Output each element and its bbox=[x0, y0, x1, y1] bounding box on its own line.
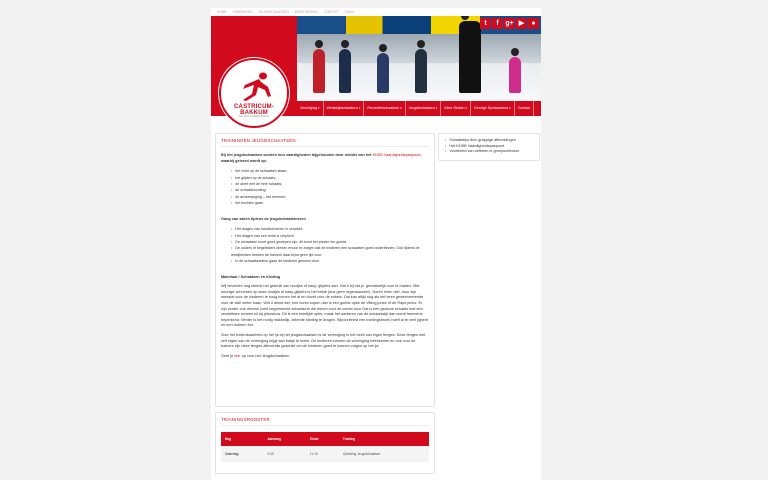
caret-down-icon: ▾ bbox=[435, 106, 438, 110]
training-schedule: TRAININGSROOSTER Dag Aanvang Einde Training… bbox=[215, 412, 435, 474]
youtube-icon[interactable]: ▶ bbox=[516, 18, 527, 29]
nav-item-wedstrijdschaatsen[interactable]: Wedstrijdschaatsen▾ bbox=[324, 101, 365, 116]
insurance-text: Voor het trekenbaanheid op het ijs bij h… bbox=[221, 333, 426, 349]
schedule-header-row: Dag Aanvang Einde Training bbox=[221, 432, 429, 446]
nav-item-allee-skaten[interactable]: Allee Skaten▾ bbox=[441, 101, 471, 116]
rules-list: Het dragen van handschoenen is verplicht… bbox=[231, 226, 429, 264]
nav-item-label: Allee Skaten bbox=[444, 106, 465, 110]
google-plus-icon[interactable]: g+ bbox=[504, 18, 515, 29]
table-cell: Zaterdag bbox=[221, 446, 264, 462]
main-nav: Vereniging▾ Wedstrijdschaatsen▾ Recreaties… bbox=[297, 101, 541, 116]
nav-item-label: Vereniging bbox=[300, 106, 317, 110]
header-photo: t f g+ ▶ ● bbox=[297, 16, 541, 101]
nav-item-jeugdschaatsen[interactable]: Jeugdschaatsen▾ bbox=[406, 101, 442, 116]
schedule-table: Dag Aanvang Einde Training Zaterdag 9:45 11:1… bbox=[221, 432, 429, 462]
material-heading: Materiaal / Schaatsen en Kleding bbox=[221, 274, 281, 279]
logo-subtitle: IJSVERENIGING SCHAATSVERENIGING bbox=[238, 111, 270, 119]
rule-item: De ouders of begeleiders dienen ervoor t… bbox=[231, 245, 429, 258]
table-row: Zaterdag 9:45 11:15 Opleiding Jeugdschaatse… bbox=[221, 446, 429, 462]
skill-item: het bochten gaan. bbox=[231, 200, 429, 206]
nav-item-overige-sportaanbod[interactable]: Overige Sportaanbod▾ bbox=[471, 101, 515, 116]
skater-figure bbox=[415, 40, 427, 93]
twitter-icon[interactable]: t bbox=[480, 18, 491, 29]
header: CASTRICUM-BAKKUM IJSVERENIGING SCHAATSVE… bbox=[211, 16, 541, 128]
skater-figure bbox=[377, 44, 389, 93]
rules-heading: Gang van zaken tijdens de jeugdschaatsle… bbox=[221, 216, 306, 221]
nav-item-label: Recreatieschaatsen bbox=[367, 106, 400, 110]
nav-item-contact[interactable]: Contact bbox=[515, 101, 535, 116]
skater-figure bbox=[459, 16, 481, 93]
top-link[interactable]: HOME bbox=[217, 10, 227, 14]
top-link[interactable]: WEDSTRIJDEN bbox=[295, 10, 318, 14]
schedule-header-cell: Training bbox=[338, 432, 429, 446]
nav-item-vereniging[interactable]: Vereniging▾ bbox=[297, 101, 324, 116]
skater-icon bbox=[243, 72, 271, 101]
nav-item-label: Jeugdschaatsen bbox=[408, 106, 435, 110]
schedule-header-cell: Aanvang bbox=[263, 432, 306, 446]
rule-item: In de schaatskantine gaan de kinderen ge… bbox=[231, 258, 429, 264]
skater-figure bbox=[313, 40, 325, 93]
nav-item-recreatieschaatsen[interactable]: Recreatieschaatsen▾ bbox=[364, 101, 406, 116]
schedule-header-cell: Einde bbox=[305, 432, 339, 446]
caret-down-icon: ▾ bbox=[509, 106, 511, 110]
logo-area: CASTRICUM-BAKKUM IJSVERENIGING SCHAATSVE… bbox=[211, 16, 297, 128]
top-link[interactable]: CONTACT bbox=[324, 10, 339, 14]
skater-figure bbox=[509, 48, 521, 93]
flickr-icon[interactable]: ● bbox=[528, 18, 539, 29]
sidebar-link[interactable]: Voorbeeld van oefenen in groepsverband bbox=[445, 149, 533, 155]
skills-list: het recht op de schaatsen staan;het glij… bbox=[231, 168, 429, 206]
caret-down-icon: ▾ bbox=[465, 106, 467, 110]
material-text: Wij beveelen nog steeds het gebruik van … bbox=[221, 284, 429, 328]
main-content: TRAININGEN JEUGDSCHAATSEN Bij het jeugds… bbox=[215, 133, 435, 407]
table-cell: 9:45 bbox=[263, 446, 306, 462]
caret-down-icon: ▾ bbox=[358, 106, 361, 110]
intro-text: Bij het jeugdschaatsen worden hun vaardi… bbox=[221, 153, 422, 163]
page-title: TRAININGEN JEUGDSCHAATSEN bbox=[221, 138, 429, 147]
club-logo[interactable]: CASTRICUM-BAKKUM IJSVERENIGING SCHAATSVE… bbox=[219, 58, 289, 128]
schedule-header-cell: Dag bbox=[221, 432, 264, 446]
sidebar-links: Schaatstips dmv grappige afbeeldingenHet… bbox=[438, 133, 540, 161]
knsb-passport-link[interactable]: KNSB Vaardigheidspaspoort bbox=[372, 153, 420, 157]
table-cell: 11:15 bbox=[305, 446, 339, 462]
related-links-list: Schaatstips dmv grappige afbeeldingenHet… bbox=[445, 138, 533, 155]
facebook-icon[interactable]: f bbox=[492, 18, 503, 29]
table-cell: Opleiding Jeugdschaatsen bbox=[338, 446, 429, 462]
nav-item-label: Wedstrijdschaatsen bbox=[326, 106, 358, 110]
nav-item-label: Contact bbox=[517, 106, 531, 110]
top-link-bar: HOME VERENIGING JEUGDSCHAATSEN WEDSTRIJDEN C… bbox=[211, 8, 541, 16]
nav-item-label: Overige Sportaanbod bbox=[474, 106, 509, 110]
schedule-title: TRAININGSROOSTER bbox=[221, 417, 429, 426]
top-link[interactable]: VERENIGING bbox=[233, 10, 253, 14]
caret-down-icon: ▾ bbox=[317, 106, 320, 110]
skater-figure bbox=[339, 40, 351, 93]
caret-down-icon: ▾ bbox=[400, 106, 402, 110]
top-link[interactable]: LINKS bbox=[345, 10, 354, 14]
top-link[interactable]: JEUGDSCHAATSEN bbox=[259, 10, 289, 14]
signup-text: Geef je hier op voor het Jeugdschaatsen bbox=[221, 353, 290, 358]
footer-strip bbox=[211, 476, 541, 480]
social-links: t f g+ ▶ ● bbox=[480, 18, 539, 29]
